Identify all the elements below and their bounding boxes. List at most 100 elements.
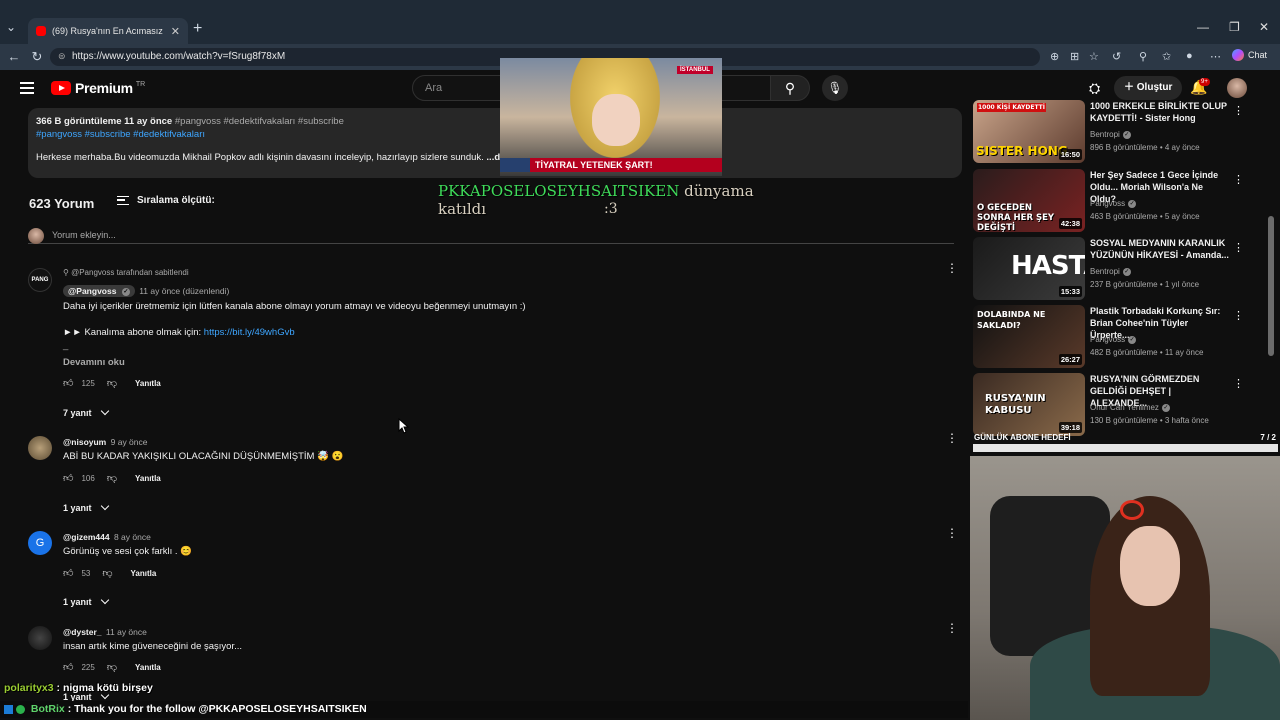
menu-icon[interactable] xyxy=(20,82,34,94)
restore-icon[interactable]: ❐ xyxy=(1229,20,1240,34)
video-description[interactable]: 366 B görüntüleme 11 ay önce #pangvoss #… xyxy=(28,108,962,178)
dislike-icon[interactable]: 👎︎ xyxy=(102,567,112,579)
translate-icon[interactable]: ⊕ xyxy=(1050,50,1059,63)
channel-name[interactable]: Pangvoss ✓ xyxy=(1090,335,1137,344)
add-comment-field[interactable]: Yorum ekleyin... xyxy=(28,228,954,244)
video-thumbnail[interactable]: 1000 KİŞİ KAYDETTİ SISTER HONG 16:50 xyxy=(973,100,1085,163)
back-icon[interactable]: ← xyxy=(2,49,26,64)
reply-button[interactable]: Yanıtla xyxy=(135,474,161,483)
recommendation-item[interactable]: O GECEDEN SONRA HER ŞEY DEĞİŞTİ 42:38 He… xyxy=(973,169,1263,233)
comment-time[interactable]: 9 ay önce xyxy=(111,437,148,447)
follow-alert-emote: :3 xyxy=(604,201,618,217)
more-icon[interactable]: ⋯ xyxy=(1210,50,1221,63)
comment-menu-icon[interactable]: ⋮ xyxy=(946,432,958,444)
site-info-icon[interactable]: ⊜ xyxy=(58,51,66,62)
close-tab-icon[interactable]: ✕ xyxy=(171,25,180,38)
tab-list-icon[interactable]: ⌄ xyxy=(6,20,22,36)
verified-icon: ✓ xyxy=(1128,199,1137,208)
copilot-chat-button[interactable]: Chat xyxy=(1232,49,1267,61)
channel-name[interactable]: Pangvoss ✓ xyxy=(1090,199,1137,208)
goal-label: GÜNLÜK ABONE HEDEFİ xyxy=(974,433,1071,442)
reply-button[interactable]: Yanıtla xyxy=(135,379,161,388)
comment-time[interactable]: 11 ay önce (düzenlendi) xyxy=(139,286,229,296)
dyster-avatar[interactable] xyxy=(28,626,52,650)
youtube-logo[interactable]: Premium TR xyxy=(51,80,145,96)
my-avatar xyxy=(28,228,44,244)
video-menu-icon[interactable]: ⋮ xyxy=(1233,377,1244,390)
comment-time[interactable]: 11 ay önce xyxy=(106,627,147,637)
gizem444-avatar[interactable]: G xyxy=(28,531,52,555)
reply-button[interactable]: Yanıtla xyxy=(131,569,157,578)
nisoyum-avatar[interactable] xyxy=(28,436,52,460)
inline-hashtags: #pangvoss #dedektifvakaları #subscribe xyxy=(174,116,344,127)
replies-toggle[interactable]: 7 yanıt xyxy=(63,406,109,418)
pangvoss-avatar[interactable]: PANG xyxy=(28,268,52,292)
comment-handle[interactable]: @nisoyum xyxy=(63,437,106,447)
comment-handle[interactable]: @gizem444 xyxy=(63,532,110,542)
minimize-icon[interactable]: — xyxy=(1197,20,1209,34)
video-menu-icon[interactable]: ⋮ xyxy=(1233,104,1244,117)
comment-menu-icon[interactable]: ⋮ xyxy=(946,262,958,274)
channel-name[interactable]: Bentropi ✓ xyxy=(1090,130,1131,139)
reply-button[interactable]: Yanıtla xyxy=(135,663,161,672)
video-thumbnail[interactable]: O GECEDEN SONRA HER ŞEY DEĞİŞTİ 42:38 xyxy=(973,169,1085,232)
like-icon[interactable]: 👍︎ xyxy=(63,377,73,389)
channel-name[interactable]: Bentropi ✓ xyxy=(1090,267,1131,276)
cast-icon[interactable]: ⛭ xyxy=(1089,80,1100,97)
goal-bar xyxy=(973,444,1278,452)
favorites-bar-icon[interactable]: ✩ xyxy=(1162,50,1171,63)
video-title[interactable]: 1000 ERKEKLE BİRLİKTE OLUP KAYDETTİ! - S… xyxy=(1090,100,1230,124)
like-icon[interactable]: 👍︎ xyxy=(63,661,73,673)
recommendation-item[interactable]: HASTA 15:33 SOSYAL MEDYANIN KARANLIK YÜZ… xyxy=(973,237,1263,301)
notification-badge: 9+ xyxy=(1199,78,1210,86)
sort-button[interactable]: Sıralama ölçütü: xyxy=(117,195,215,206)
favorite-icon[interactable]: ☆ xyxy=(1089,50,1099,63)
close-window-icon[interactable]: ✕ xyxy=(1259,20,1269,34)
read-more-button[interactable]: Devamını oku xyxy=(63,357,125,368)
dislike-icon[interactable]: 👎︎ xyxy=(107,472,117,484)
video-thumbnail[interactable]: HASTA 15:33 xyxy=(973,237,1085,300)
video-thumbnail[interactable]: DOLABINDA NE SAKLADI? 26:27 xyxy=(973,305,1085,368)
browser-tab[interactable]: (69) Rusya'nın En Acımasız Seri Ka ✕ xyxy=(28,18,188,44)
video-stats: 237 B görüntüleme • 1 yıl önce xyxy=(1090,280,1200,289)
voice-search-button[interactable]: 🎙 xyxy=(822,75,848,101)
replies-toggle[interactable]: 1 yanıt xyxy=(63,501,109,513)
comment-count: 623 Yorum xyxy=(29,196,95,211)
comment-handle[interactable]: @dyster_ xyxy=(63,627,102,637)
dislike-icon[interactable]: 👎︎ xyxy=(107,377,117,389)
new-tab-icon[interactable]: + xyxy=(193,20,202,38)
search-button[interactable]: ⚲ xyxy=(770,75,810,101)
dislike-icon[interactable]: 👎︎ xyxy=(107,661,117,673)
video-stats: 463 B görüntüleme • 5 ay önce xyxy=(1090,212,1200,221)
comment-menu-icon[interactable]: ⋮ xyxy=(946,527,958,539)
comment-actions: 👍︎ 225 👎︎ Yanıtla xyxy=(63,661,161,673)
recommendation-item[interactable]: DOLABINDA NE SAKLADI? 26:27 Plastik Torb… xyxy=(973,305,1263,369)
video-menu-icon[interactable]: ⋮ xyxy=(1233,173,1244,186)
channel-name[interactable]: Onur Can Yenilmez ✓ xyxy=(1090,403,1170,412)
like-icon[interactable]: 👍︎ xyxy=(63,472,73,484)
video-duration: 26:27 xyxy=(1058,354,1082,365)
comment-menu-icon[interactable]: ⋮ xyxy=(946,622,958,634)
extensions-icon[interactable]: ⚲ xyxy=(1139,50,1147,63)
refresh-extension-icon[interactable]: ↺ xyxy=(1112,50,1121,63)
hashtag-links[interactable]: #pangvoss #subscribe #dedektifvakaları xyxy=(36,129,954,140)
reload-icon[interactable]: ↻ xyxy=(25,49,49,65)
create-button[interactable]: ＋ Oluştur xyxy=(1114,76,1183,100)
account-avatar[interactable] xyxy=(1227,78,1247,98)
recommendation-item[interactable]: RUSYA'NIN KABUSU 39:18 RUSYA'NIN GÖRMEZD… xyxy=(973,373,1263,437)
comment-handle[interactable]: @Pangvoss ✓ xyxy=(63,285,135,297)
apps-icon[interactable]: ⊞ xyxy=(1070,50,1079,63)
sidebar-scrollbar[interactable] xyxy=(1268,216,1274,356)
webcam-streamer-face xyxy=(1120,526,1180,606)
video-title[interactable]: SOSYAL MEDYANIN KARANLIK YÜZÜNÜN HİKAYES… xyxy=(1090,237,1230,261)
video-menu-icon[interactable]: ⋮ xyxy=(1233,241,1244,254)
youtube-favicon-icon xyxy=(36,26,46,36)
comment-time[interactable]: 8 ay önce xyxy=(114,532,151,542)
video-menu-icon[interactable]: ⋮ xyxy=(1233,309,1244,322)
replies-toggle[interactable]: 1 yanıt xyxy=(63,595,109,607)
video-thumbnail[interactable]: RUSYA'NIN KABUSU 39:18 xyxy=(973,373,1085,436)
recommendation-item[interactable]: 1000 KİŞİ KAYDETTİ SISTER HONG 16:50 100… xyxy=(973,100,1263,164)
comment-link[interactable]: https://bit.ly/49whGvb xyxy=(204,327,295,338)
like-icon[interactable]: 👍︎ xyxy=(63,567,73,579)
profile-icon[interactable]: ● xyxy=(1186,50,1193,62)
